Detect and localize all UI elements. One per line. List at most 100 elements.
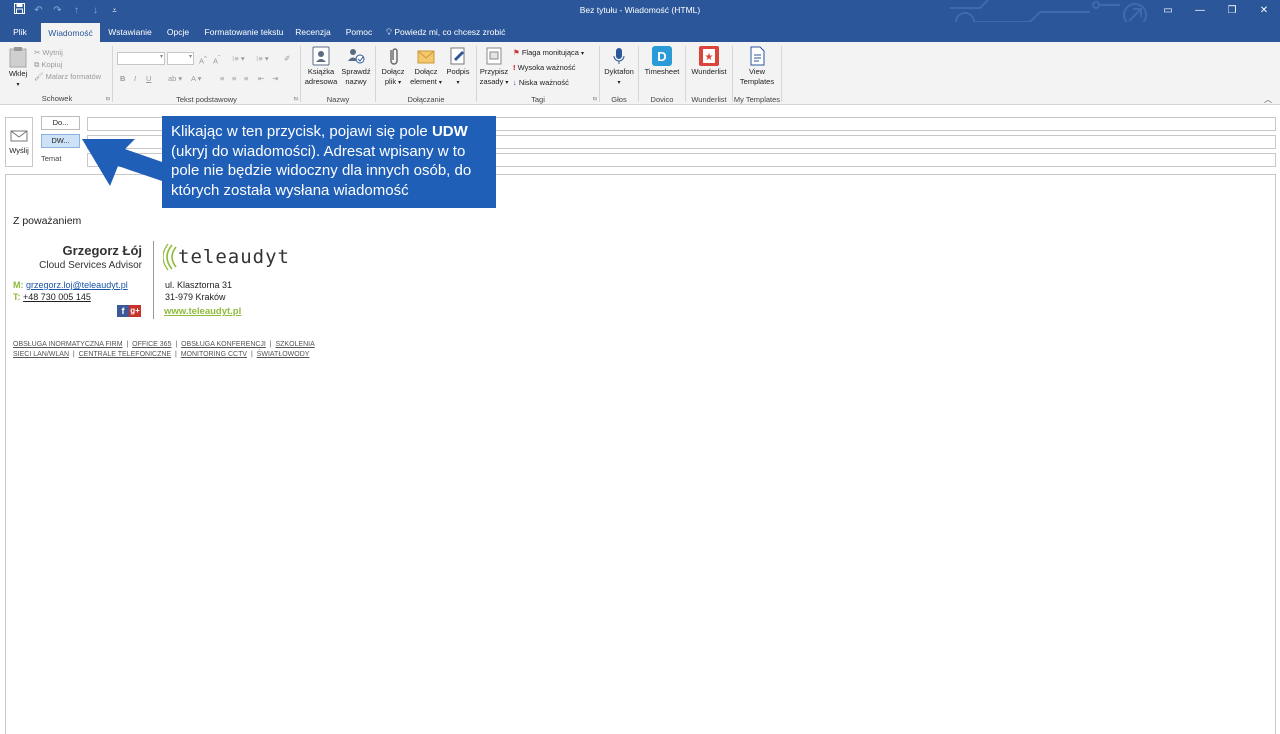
- to-button[interactable]: Do...: [41, 116, 80, 130]
- group-label-clipboard: Schowek: [41, 94, 73, 103]
- signature-role: Cloud Services Advisor: [39, 260, 142, 271]
- format-painter-label: Malarz formatów: [45, 72, 102, 81]
- wunderlist-button[interactable]: ★ Wunderlist: [687, 46, 731, 77]
- signature-button[interactable]: Podpis ▾: [442, 46, 474, 88]
- service-link[interactable]: OBSŁUGA INORMATYCZNA FIRM: [13, 341, 123, 348]
- attach-item-label-1: Dołącz: [414, 67, 438, 76]
- tab-message[interactable]: Wiadomość: [41, 23, 100, 42]
- restore-icon[interactable]: ❐: [1216, 0, 1248, 22]
- tell-me-box[interactable]: 💡︎ Powiedz mi, co chcesz zrobić: [386, 22, 508, 42]
- low-importance-button[interactable]: ↓ Niska ważność: [513, 78, 569, 88]
- group-my-templates: View Templates My Templates: [733, 44, 781, 104]
- google-plus-icon[interactable]: g+: [129, 305, 141, 317]
- copy-button[interactable]: ⧉ Kopiuj: [34, 60, 62, 70]
- tab-insert[interactable]: Wstawianie: [104, 22, 156, 42]
- attach-file-button[interactable]: Dołącz plik ▾: [377, 46, 409, 88]
- view-templates-label-2: Templates: [739, 77, 775, 86]
- service-link[interactable]: SIECI LAN/WLAN: [13, 351, 69, 358]
- italic-icon[interactable]: I: [134, 74, 136, 84]
- format-painter-button[interactable]: 🖌︎ Malarz formatów: [34, 72, 101, 82]
- ribbon-display-icon[interactable]: ▭: [1152, 0, 1184, 22]
- group-label-names: Nazwy: [326, 95, 350, 104]
- cut-button[interactable]: ✂ Wytnij: [34, 48, 63, 58]
- font-size-dropdown[interactable]: ▾: [167, 52, 194, 65]
- font-name-dropdown[interactable]: ▾: [117, 52, 165, 65]
- underline-icon[interactable]: U: [146, 74, 151, 84]
- tab-review[interactable]: Recenzja: [293, 22, 333, 42]
- tab-format-text[interactable]: Formatowanie tekstu: [201, 22, 287, 42]
- dictate-button[interactable]: Dyktafon ▾: [601, 46, 637, 88]
- service-link[interactable]: OFFICE 365: [132, 341, 171, 348]
- svg-text:D: D: [657, 49, 666, 64]
- address-book-button[interactable]: Książka adresowa: [303, 46, 339, 87]
- assign-policy-button[interactable]: Przypisz zasady ▾: [478, 46, 510, 88]
- chevron-down-icon: ▾: [398, 80, 402, 86]
- signature-phone[interactable]: +48 730 005 145: [23, 292, 91, 302]
- highlight-icon[interactable]: ab ▾: [168, 74, 182, 84]
- send-button[interactable]: Wyślij: [5, 117, 33, 167]
- bullets-icon[interactable]: ⁝≡ ▾: [232, 54, 245, 64]
- microphone-icon: [613, 48, 625, 64]
- group-label-tags: Tagi: [531, 95, 545, 104]
- exclamation-icon: !: [513, 63, 516, 72]
- group-label-dovico: Dovico: [650, 95, 674, 104]
- group-wunderlist: ★ Wunderlist Wunderlist: [686, 44, 732, 104]
- service-link[interactable]: MONITORING CCTV: [181, 351, 247, 358]
- clear-format-icon[interactable]: ✐: [284, 54, 290, 64]
- service-link[interactable]: ŚWIATŁOWODY: [257, 351, 310, 358]
- numbering-icon[interactable]: ⁝≡ ▾: [256, 54, 269, 64]
- facebook-icon[interactable]: f: [117, 305, 129, 317]
- check-names-button[interactable]: Sprawdź nazwy: [339, 46, 373, 87]
- font-color-icon[interactable]: A ▾: [191, 74, 201, 84]
- cc-button[interactable]: DW...: [41, 134, 80, 148]
- dialog-launcher-icon[interactable]: ⧅: [593, 96, 597, 103]
- service-link[interactable]: CENTRALE TELEFONICZNE: [79, 351, 171, 358]
- signature-divider: [153, 241, 154, 319]
- align-center-icon[interactable]: ≡: [232, 74, 236, 84]
- wunderlist-label: Wunderlist: [691, 67, 727, 76]
- collapse-ribbon-icon[interactable]: ︿: [1264, 94, 1272, 105]
- paste-button[interactable]: Wklej ▾: [5, 46, 31, 90]
- follow-up-button[interactable]: ⚑ Flaga monitująca ▾: [513, 48, 584, 59]
- shrink-font-icon[interactable]: Aˇ: [213, 54, 220, 67]
- tab-help[interactable]: Pomoc: [340, 22, 378, 42]
- group-clipboard: Wklej ▾ ✂ Wytnij ⧉ Kopiuj 🖌︎ Malarz forma…: [2, 44, 112, 104]
- dictate-label: Dyktafon: [604, 67, 634, 76]
- brush-icon: 🖌︎: [34, 72, 44, 81]
- view-templates-button[interactable]: View Templates: [734, 46, 780, 87]
- address-book-label-2: adresowa: [304, 77, 338, 86]
- signature-website-link[interactable]: www.teleaudyt.pl: [164, 306, 241, 317]
- dialog-launcher-icon[interactable]: ⧅: [294, 96, 298, 103]
- dialog-launcher-icon[interactable]: ⧅: [106, 96, 110, 103]
- high-importance-button[interactable]: ! Wysoka ważność: [513, 63, 575, 73]
- align-left-icon[interactable]: ≡: [220, 74, 224, 84]
- attach-item-button[interactable]: Dołącz element ▾: [409, 46, 443, 88]
- check-names-icon: [348, 49, 365, 64]
- timesheet-button[interactable]: D Timesheet: [640, 46, 684, 77]
- signature-email-link[interactable]: grzegorz.loj@teleaudyt.pl: [26, 280, 128, 290]
- group-basic-text: ▾ ▾ A^ Aˇ ⁝≡ ▾ ⁝≡ ▾ ✐ B I U ab ▾ A ▾ ≡ ≡…: [113, 44, 300, 104]
- grow-font-icon[interactable]: A^: [199, 54, 207, 67]
- service-link[interactable]: SZKOLENIA: [275, 341, 314, 348]
- signature-email-row: M: grzegorz.loj@teleaudyt.pl: [13, 280, 128, 290]
- title-bar: ↶ ↷ ↑ ↓ ⩡ Bez tytułu - Wiadomość (HTML) …: [0, 0, 1280, 39]
- service-link[interactable]: OBSŁUGA KONFERENCJI: [181, 341, 266, 348]
- assign-policy-label-2: zasady: [479, 77, 504, 86]
- tab-file[interactable]: Plik: [6, 22, 34, 42]
- minimize-icon[interactable]: —: [1184, 0, 1216, 22]
- decrease-indent-icon[interactable]: ⇤: [258, 74, 264, 84]
- increase-indent-icon[interactable]: ⇥: [272, 74, 278, 84]
- close-icon[interactable]: ✕: [1248, 0, 1280, 22]
- bold-icon[interactable]: B: [120, 74, 125, 84]
- ribbon-tabs: Plik Wiadomość Wstawianie Opcje Formatow…: [0, 22, 1280, 42]
- tab-options[interactable]: Opcje: [162, 22, 194, 42]
- teleaudyt-logo-text: teleaudyt: [178, 246, 290, 268]
- signature-label: Podpis: [446, 67, 470, 76]
- group-label-voice: Głos: [611, 95, 627, 104]
- signature-name: Grzegorz Łój: [62, 243, 142, 258]
- envelope-icon: [417, 50, 435, 64]
- attach-file-label-2: plik: [384, 77, 397, 86]
- copy-icon: ⧉: [34, 60, 40, 69]
- align-right-icon[interactable]: ≡: [244, 74, 248, 84]
- callout-text-2: (ukryj do wiadomości). Adresat wpisany w…: [171, 142, 472, 199]
